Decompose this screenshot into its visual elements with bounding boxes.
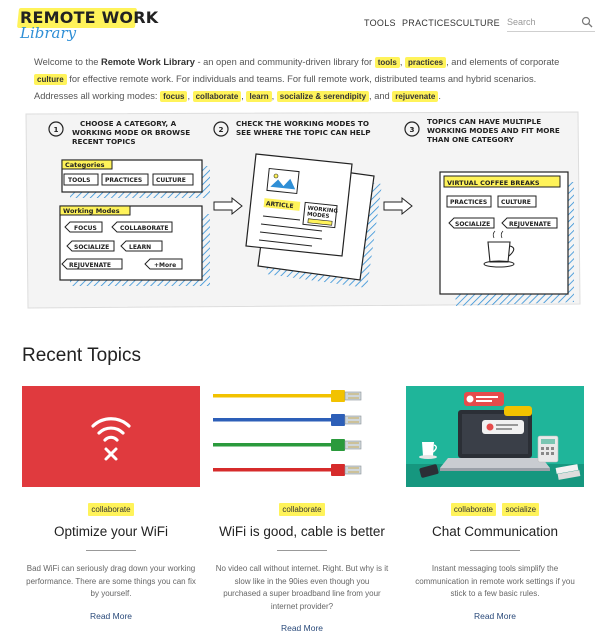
categories-label: Categories	[65, 161, 105, 169]
step-2-line-1: CHECK THE WORKING MODES TO	[236, 119, 369, 128]
card-title[interactable]: WiFi is good, cable is better	[213, 524, 391, 539]
nav-practices[interactable]: PRACTICES	[402, 18, 456, 28]
wifi-icon	[91, 417, 131, 461]
divider	[470, 550, 520, 551]
topic-card[interactable]: collaborate WiFi is good, cable is bette…	[213, 386, 391, 633]
recent-topics-title: Recent Topics	[22, 345, 141, 366]
tag-collaborate[interactable]: collaborate	[192, 91, 242, 102]
vcb-culture: CULTURE	[501, 199, 531, 206]
card-tags: collaborate	[22, 499, 200, 516]
intro-text-1: Welcome to the	[34, 57, 102, 67]
card-tags: collaborate	[213, 499, 391, 516]
intro-text-3: , and elements of corporate	[446, 57, 560, 67]
nav-tools[interactable]: TOOLS	[364, 18, 396, 28]
divider	[86, 550, 136, 551]
nav-culture[interactable]: CULTURE	[456, 18, 500, 28]
topic-card[interactable]: collaborate Optimize your WiFi Bad WiFi …	[22, 386, 200, 621]
cable-image[interactable]	[213, 386, 391, 487]
tag-practices[interactable]: practices	[404, 57, 447, 68]
read-more-link[interactable]: Read More	[406, 611, 584, 621]
laptop-chat-icon	[406, 392, 584, 487]
working-modes-panel: Working Modes FOCUS COLLABORATE SOCIALIZ…	[59, 205, 210, 286]
step-2: 2 CHECK THE WORKING MODES TO SEE WHERE T…	[213, 119, 371, 137]
tag-rejuvenate[interactable]: rejuvenate	[392, 91, 439, 102]
cat-culture: CULTURE	[156, 177, 186, 184]
step-2-number: 2	[218, 125, 223, 134]
modes-label: Working Modes	[63, 207, 120, 215]
divider	[277, 550, 327, 551]
categories-panel: Categories TOOLS PRACTICES CULTURE	[61, 159, 210, 198]
card-tags: collaborate socialize	[406, 499, 584, 516]
card-tag-collaborate[interactable]: collaborate	[279, 503, 325, 516]
card-title[interactable]: Optimize your WiFi	[22, 524, 200, 539]
topic-card[interactable]: collaborate socialize Chat Communication…	[406, 386, 584, 621]
search-input[interactable]	[507, 14, 579, 30]
tag-socialize[interactable]: socialize & serendipity	[276, 91, 370, 102]
vcb-rejuvenate: REJUVENATE	[509, 221, 551, 228]
vcb-practices: PRACTICES	[450, 199, 487, 206]
how-it-works-illustration: 1 CHOOSE A CATEGORY, A WORKING MODE OR B…	[25, 111, 581, 309]
cat-tools: TOOLS	[68, 177, 90, 184]
vcb-socialize: SOCIALIZE	[455, 221, 490, 228]
intro-text: Welcome to the Remote Work Library - an …	[34, 57, 560, 102]
step-3-line-2: WORKING MODES AND FIT MORE	[427, 126, 560, 135]
step-3-line-3: THAN ONE CATEGORY	[427, 135, 515, 144]
step-1-line-1: CHOOSE A CATEGORY, A	[80, 119, 177, 128]
card-description: No video call without internet. Right. B…	[215, 564, 389, 611]
step-1-number: 1	[53, 125, 58, 134]
ethernet-cables-icon	[213, 390, 362, 476]
tag-culture[interactable]: culture	[34, 74, 67, 85]
intro-and: , and	[369, 91, 393, 101]
card-description: Instant messaging tools simplify the com…	[415, 564, 575, 598]
mode-focus: FOCUS	[74, 225, 97, 232]
intro-brand: Remote Work Library	[101, 57, 195, 67]
mode-rejuvenate: REJUVENATE	[69, 262, 111, 269]
intro-period: .	[438, 91, 441, 101]
card-description: Bad WiFi can seriously drag down your wo…	[26, 564, 196, 598]
step-1-line-3: RECENT TOPICS	[72, 137, 136, 146]
tag-learn[interactable]: learn	[246, 91, 272, 102]
intro-modes-lead: Addresses all working modes:	[34, 91, 161, 101]
mode-socialize: SOCIALIZE	[74, 244, 109, 251]
card-tag-collaborate[interactable]: collaborate	[450, 503, 496, 516]
step-2-line-2: SEE WHERE THE TOPIC CAN HELP	[236, 128, 371, 137]
mode-learn: LEARN	[129, 244, 151, 251]
tag-tools[interactable]: tools	[374, 57, 400, 68]
mode-more: +More	[154, 262, 176, 269]
search-box	[507, 12, 595, 32]
topic-card-example: VIRTUAL COFFEE BREAKS PRACTICES CULTURE …	[439, 171, 574, 306]
chat-image[interactable]	[406, 386, 584, 487]
step-1-line-2: WORKING MODE OR BROWSE	[72, 128, 190, 137]
search-icon[interactable]	[581, 16, 593, 28]
card-tag-socialize[interactable]: socialize	[502, 503, 540, 516]
read-more-link[interactable]: Read More	[22, 611, 200, 621]
intro-text-2: - an open and community-driven library f…	[194, 57, 375, 67]
tag-focus[interactable]: focus	[160, 91, 188, 102]
step-3-line-1: TOPICS CAN HAVE MULTIPLE	[427, 117, 541, 126]
cat-practices: PRACTICES	[105, 177, 142, 184]
site-logo[interactable]: REMOTE WORK Library	[16, 6, 158, 42]
logo-subtitle: Library	[20, 24, 77, 42]
step-3-number: 3	[409, 125, 414, 134]
card-title[interactable]: Chat Communication	[406, 524, 584, 539]
wifi-image[interactable]	[22, 386, 200, 487]
card-tag-collaborate[interactable]: collaborate	[88, 503, 134, 516]
vcb-title: VIRTUAL COFFEE BREAKS	[447, 179, 540, 187]
mode-collaborate: COLLABORATE	[120, 225, 168, 232]
site-header: REMOTE WORK Library TOOLS PRACTICES CULT…	[0, 0, 604, 46]
read-more-link[interactable]: Read More	[213, 623, 391, 633]
intro-text-4: for effective remote work. For individua…	[66, 74, 537, 84]
